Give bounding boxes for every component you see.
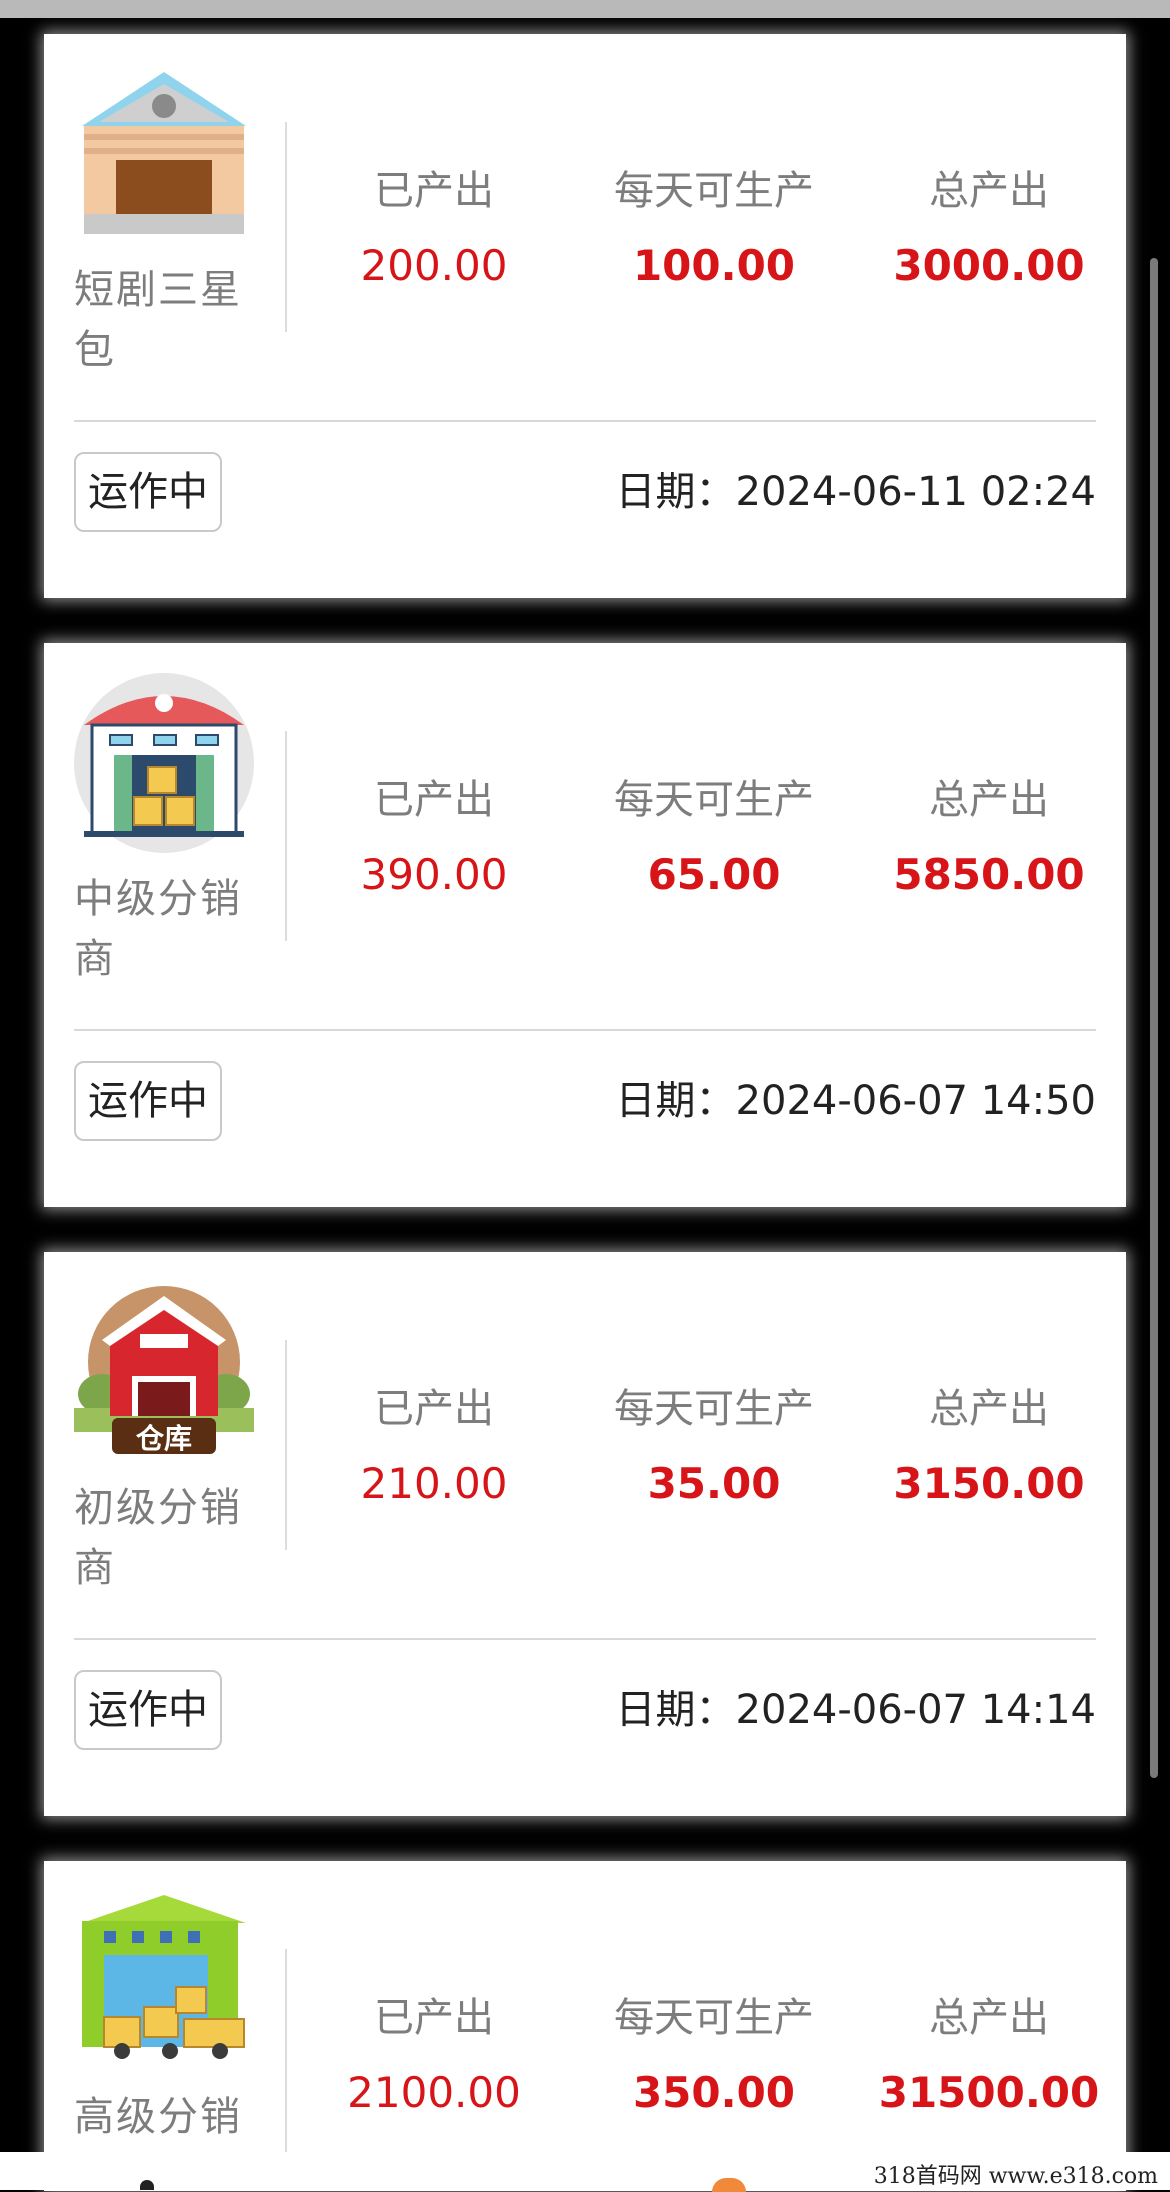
stat-value: 65.00 xyxy=(647,850,781,899)
stat-total: 总产出 31500.00 xyxy=(864,1993,1114,2119)
green-warehouse-icon xyxy=(74,1891,254,2071)
stat-value: 2100.00 xyxy=(347,2068,521,2117)
warehouse-red-roof-icon xyxy=(74,673,254,853)
stat-value: 210.00 xyxy=(360,1459,508,1508)
product-card[interactable]: 高级分销 已产出 2100.00 每天可生产 350.00 总产出 31500.… xyxy=(44,1861,1126,2191)
status-badge[interactable]: 运作中 xyxy=(74,1670,222,1750)
stat-value: 350.00 xyxy=(632,2068,796,2117)
stat-value: 31500.00 xyxy=(878,2068,1100,2117)
divider xyxy=(285,122,287,332)
product-card[interactable]: 中级分销商 已产出 390.00 每天可生产 65.00 总产出 5850.00… xyxy=(44,643,1126,1207)
stat-daily: 每天可生产 100.00 xyxy=(564,166,864,292)
stat-label: 每天可生产 xyxy=(614,168,814,214)
nav-icon[interactable] xyxy=(140,2180,154,2190)
stat-label: 每天可生产 xyxy=(614,1995,814,2041)
stat-value: 100.00 xyxy=(632,241,796,290)
product-name: 初级分销商 xyxy=(74,1485,242,1591)
scrollbar[interactable] xyxy=(1150,258,1158,1778)
product-name: 中级分销商 xyxy=(74,876,242,982)
stat-label: 已产出 xyxy=(374,1995,494,2041)
stat-produced: 已产出 210.00 xyxy=(334,1384,534,1510)
stat-total: 总产出 5850.00 xyxy=(864,775,1114,901)
product-card[interactable]: 仓库 初级分销商 已产出 210.00 每天可生产 35.00 总产出 3150… xyxy=(44,1252,1126,1816)
stat-value: 5850.00 xyxy=(893,850,1085,899)
divider xyxy=(74,1029,1096,1031)
stat-value: 200.00 xyxy=(360,241,508,290)
stat-total: 总产出 3000.00 xyxy=(864,166,1114,292)
divider xyxy=(285,731,287,941)
red-barn-icon: 仓库 xyxy=(74,1282,254,1462)
stat-daily: 每天可生产 65.00 xyxy=(564,775,864,901)
stat-value: 3000.00 xyxy=(893,241,1085,290)
divider xyxy=(74,1638,1096,1640)
stat-value: 35.00 xyxy=(647,1459,781,1508)
stat-label: 每天可生产 xyxy=(614,1386,814,1432)
icon-caption: 仓库 xyxy=(136,1422,192,1455)
stat-label: 总产出 xyxy=(929,1995,1049,2041)
date-text: 日期：2024-06-07 14:50 xyxy=(615,1078,1096,1124)
divider xyxy=(74,420,1096,422)
stat-label: 每天可生产 xyxy=(614,777,814,823)
stat-produced: 已产出 200.00 xyxy=(334,166,534,292)
status-badge[interactable]: 运作中 xyxy=(74,452,222,532)
product-card[interactable]: 短剧三星包 已产出 200.00 每天可生产 100.00 总产出 3000.0… xyxy=(44,34,1126,598)
product-name: 高级分销 xyxy=(74,2094,242,2140)
stat-label: 总产出 xyxy=(929,168,1049,214)
stat-label: 总产出 xyxy=(929,777,1049,823)
watermark: 318首码网 www.e318.com xyxy=(873,2164,1158,2189)
stat-produced: 已产出 390.00 xyxy=(334,775,534,901)
stat-label: 总产出 xyxy=(929,1386,1049,1432)
divider xyxy=(285,1949,287,2159)
top-status-bar xyxy=(0,0,1170,18)
stat-label: 已产出 xyxy=(374,777,494,823)
date-text: 日期：2024-06-11 02:24 xyxy=(615,469,1096,515)
stat-label: 已产出 xyxy=(374,168,494,214)
warehouse-gray-icon xyxy=(74,64,254,244)
stat-label: 已产出 xyxy=(374,1386,494,1432)
date-text: 日期：2024-06-07 14:14 xyxy=(615,1687,1096,1733)
stat-value: 3150.00 xyxy=(893,1459,1085,1508)
stat-total: 总产出 3150.00 xyxy=(864,1384,1114,1510)
stat-produced: 已产出 2100.00 xyxy=(334,1993,534,2119)
divider xyxy=(285,1340,287,1550)
status-badge[interactable]: 运作中 xyxy=(74,1061,222,1141)
stat-daily: 每天可生产 350.00 xyxy=(564,1993,864,2119)
stat-daily: 每天可生产 35.00 xyxy=(564,1384,864,1510)
stat-value: 390.00 xyxy=(360,850,508,899)
product-name: 短剧三星包 xyxy=(74,267,242,373)
